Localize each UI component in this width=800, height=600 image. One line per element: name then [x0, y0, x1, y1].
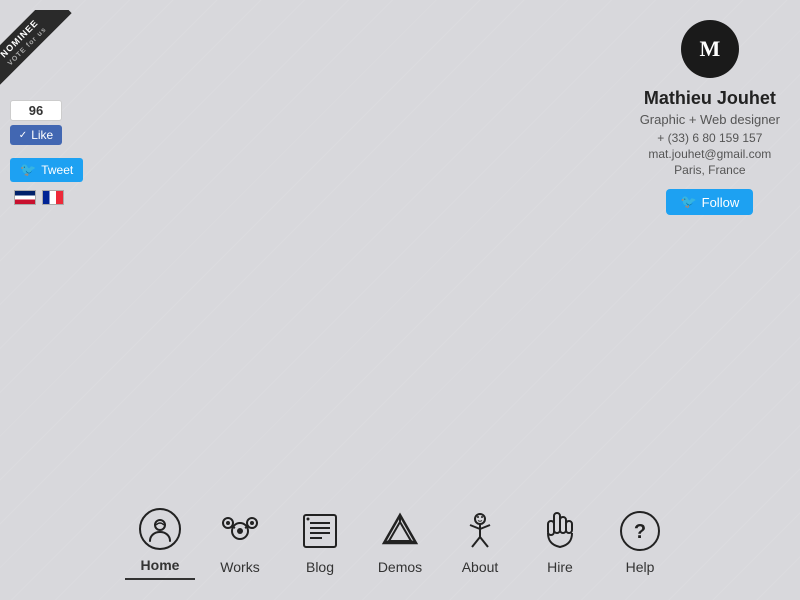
home-icon [136, 505, 184, 553]
language-flags [14, 190, 64, 205]
nav-label-hire: Hire [547, 559, 573, 575]
nav-item-home[interactable]: Home [125, 500, 195, 580]
nav-label-demos: Demos [378, 559, 422, 575]
profile-name: Mathieu Jouhet [644, 88, 776, 109]
nav-label-help: Help [626, 559, 655, 575]
help-icon: ? [616, 507, 664, 555]
nav-label-home: Home [141, 557, 180, 573]
like-area: 96 ✓ Like [10, 100, 62, 145]
profile-location: Paris, France [674, 163, 745, 177]
nav-label-about: About [462, 559, 499, 575]
avatar: M [681, 20, 739, 78]
flag-fr[interactable] [42, 190, 64, 205]
profile-phone: + (33) 6 80 159 157 [657, 131, 762, 145]
about-icon [456, 507, 504, 555]
flag-en[interactable] [14, 190, 36, 205]
twitter-follow-icon: 🐦 [680, 194, 696, 210]
nav-item-blog[interactable]: Blog [285, 502, 355, 580]
like-button[interactable]: ✓ Like [10, 125, 62, 145]
nav-item-works[interactable]: Works [205, 502, 275, 580]
like-label: Like [31, 128, 53, 142]
demos-icon [376, 507, 424, 555]
bottom-nav: Home Works [0, 500, 800, 580]
hire-icon [536, 507, 584, 555]
tweet-button[interactable]: 🐦 Tweet [10, 158, 83, 182]
svg-text:?: ? [634, 521, 646, 543]
avatar-initials: M [699, 36, 720, 62]
like-count: 96 [10, 100, 62, 121]
follow-button[interactable]: 🐦 Follow [666, 189, 753, 215]
like-check-icon: ✓ [19, 130, 27, 141]
follow-label: Follow [702, 195, 740, 210]
profile-email: mat.jouhet@gmail.com [648, 147, 771, 161]
profile-section: M Mathieu Jouhet Graphic + Web designer … [640, 20, 780, 215]
tweet-label: Tweet [41, 163, 73, 177]
nav-label-blog: Blog [306, 559, 334, 575]
nav-item-help[interactable]: ? Help [605, 502, 675, 580]
works-icon [216, 507, 264, 555]
nav-item-demos[interactable]: Demos [365, 502, 435, 580]
nominee-ribbon: NOMINEE VOTE for us [0, 10, 72, 91]
nav-label-works: Works [220, 559, 259, 575]
profile-title: Graphic + Web designer [640, 112, 780, 127]
nav-item-about[interactable]: About [445, 502, 515, 580]
nominee-badge[interactable]: NOMINEE VOTE for us [0, 10, 80, 100]
twitter-bird-icon: 🐦 [20, 162, 36, 178]
blog-icon [296, 507, 344, 555]
nav-item-hire[interactable]: Hire [525, 502, 595, 580]
